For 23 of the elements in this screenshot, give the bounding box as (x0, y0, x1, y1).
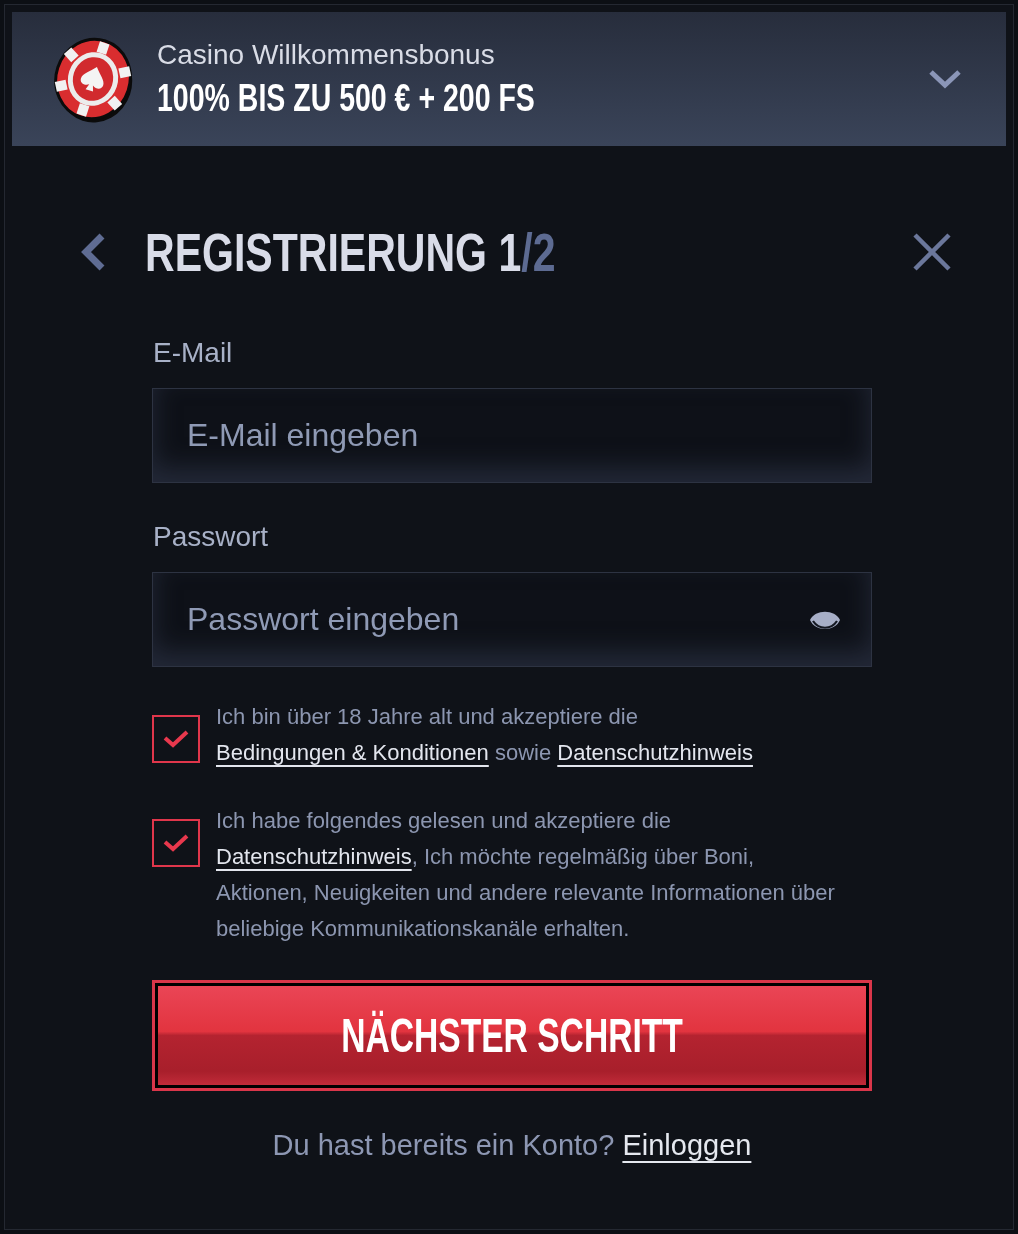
password-field[interactable]: Passwort eingeben (152, 572, 872, 667)
consent-link[interactable]: Datenschutzhinweis (216, 844, 412, 869)
login-question: Du hast bereits ein Konto? (272, 1128, 615, 1163)
bonus-offer: 100% BIS ZU 500 € + 200 FS (157, 76, 535, 120)
checkbox[interactable] (152, 819, 200, 867)
chevron-icon[interactable] (928, 69, 962, 89)
bonus-banner[interactable]: Casino Willkommensbonus 100% BIS ZU 500 € + 200 FS (12, 12, 1006, 146)
consent-link[interactable]: Bedingungen & Konditionen (216, 740, 489, 765)
page-title: REGISTRIERUNG 1/2 (145, 222, 556, 282)
login-link[interactable]: Einloggen (622, 1125, 752, 1165)
email-field[interactable]: E-Mail eingeben (152, 388, 872, 483)
close-icon[interactable] (912, 232, 952, 272)
back-chevron-icon[interactable] (80, 233, 106, 271)
check-icon (163, 730, 189, 748)
consent-text: Ich habe folgendes gelesen und akzeptiere die Datenschutzhinweis, Ich möchte regelmäßig über Boni, Aktionen, Neuigkeiten und andere relevante Informationen über beliebige Kommunikationskanäle erhalten. (216, 807, 836, 943)
next-step-button[interactable]: NÄCHSTER SCHRITT (152, 980, 872, 1091)
checkbox[interactable] (152, 715, 200, 763)
consent-text: Ich bin über 18 Jahre alt und akzeptiere die Bedingungen & Konditionen sowie Datenschutzhinweis (216, 703, 754, 767)
field-label: E-Mail (153, 336, 233, 370)
field-label: Passwort (153, 520, 269, 554)
bonus-subtitle: Casino Willkommensbonus (157, 38, 495, 72)
check-icon (163, 834, 189, 852)
consent-link[interactable]: Datenschutzhinweis (557, 740, 753, 765)
